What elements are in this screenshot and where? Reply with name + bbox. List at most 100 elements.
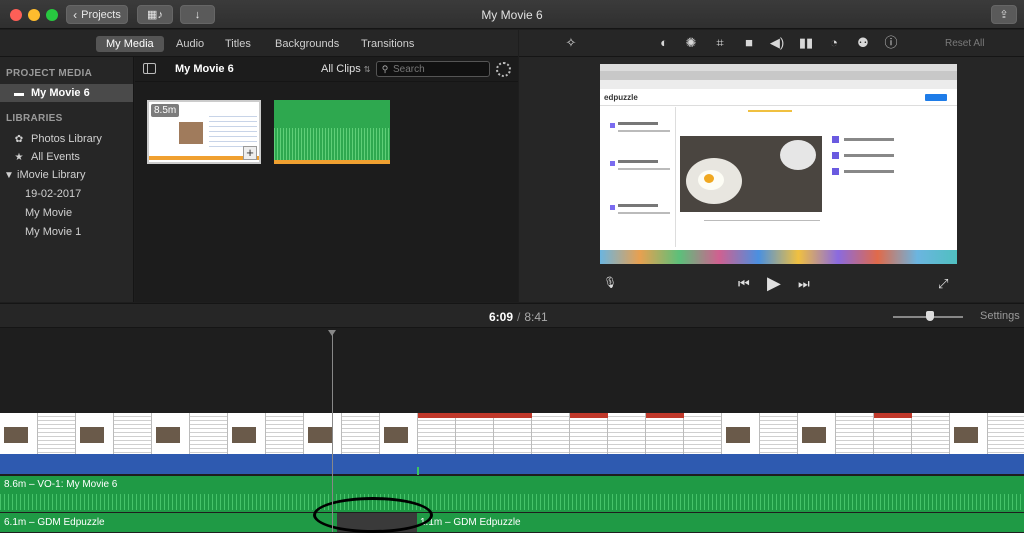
audio-clip-label: 1.1m – GDM Edpuzzle	[420, 517, 521, 528]
disclosure-triangle-icon[interactable]: ▼	[4, 169, 14, 181]
sidebar-item-my-movie[interactable]: My Movie	[0, 204, 133, 222]
film-icon: ▬	[14, 87, 24, 99]
total-time: 8:41	[524, 310, 548, 324]
speed-icon[interactable]: ◔	[826, 35, 842, 51]
preview-question	[610, 203, 670, 225]
preview-question	[610, 159, 670, 181]
add-clip-icon[interactable]: +	[243, 146, 257, 160]
filmstrip-frame	[722, 413, 760, 454]
reset-all-button[interactable]: Reset All	[945, 38, 984, 49]
preview-header: edpuzzle	[600, 89, 957, 106]
filmstrip-frame	[950, 413, 988, 454]
magic-wand-icon[interactable]: ✧	[563, 35, 579, 51]
sidebar-toggle-icon[interactable]	[143, 63, 156, 74]
color-palette-icon[interactable]: ✺	[683, 35, 699, 51]
play-icon[interactable]: ▶	[767, 273, 781, 294]
color-balance-icon[interactable]: ◐	[656, 35, 672, 51]
clip-marker	[417, 467, 419, 475]
current-time: 6:09	[489, 310, 514, 324]
preview-dock	[600, 250, 957, 264]
playhead[interactable]	[332, 332, 333, 532]
preview-urlbar	[600, 80, 957, 89]
sidebar-item-photos-library[interactable]: ✿ Photos Library	[0, 130, 133, 148]
filmstrip-frame	[418, 413, 456, 454]
filmstrip-frame	[380, 413, 418, 454]
filmstrip-frame	[152, 413, 190, 454]
video-preview[interactable]: edpuzzle	[600, 64, 957, 264]
equalizer-icon[interactable]: ▮▮	[798, 35, 814, 51]
photos-icon: ✿	[14, 133, 24, 145]
sidebar-item-all-events[interactable]: ★ All Events	[0, 148, 133, 166]
skip-forward-icon[interactable]: ⏭	[798, 276, 810, 292]
edpuzzle-audio-track[interactable]: 6.1m – GDM Edpuzzle 1.1m – GDM Edpuzzle	[0, 513, 1024, 532]
preview-option	[832, 152, 912, 162]
preview-option	[832, 136, 912, 146]
filmstrip-frame	[684, 413, 722, 454]
filmstrip-frame	[532, 413, 570, 454]
filmstrip-frame	[0, 413, 38, 454]
filmstrip-frame	[988, 413, 1024, 454]
audio-clip-label: 6.1m – GDM Edpuzzle	[4, 517, 105, 528]
video-filmstrip[interactable]	[0, 413, 1024, 454]
filmstrip-frame	[304, 413, 342, 454]
share-button[interactable]: ⇪	[991, 5, 1017, 24]
audio-waveform	[0, 494, 1024, 510]
sidebar-item-project[interactable]: ▬ My Movie 6	[0, 84, 133, 102]
settings-button[interactable]: Settings	[980, 310, 1020, 322]
preview-options	[832, 136, 942, 226]
filter-icon[interactable]: ⚉	[855, 35, 871, 51]
zoom-slider-knob[interactable]	[926, 311, 934, 321]
sidebar-item-imovie-library[interactable]: ▼ iMovie Library	[0, 166, 133, 184]
video-clip-track[interactable]	[0, 454, 1024, 474]
browser-tab-bar: My Media Audio Titles Backgrounds Transi…	[0, 30, 518, 57]
star-icon: ★	[14, 151, 24, 163]
media-clip-screen-recording[interactable]: 8.5m +	[147, 100, 261, 164]
preview-menubar	[600, 64, 957, 71]
filmstrip-frame	[760, 413, 798, 454]
clip-filter-select[interactable]: All Clips ⇅	[321, 63, 370, 75]
microphone-icon[interactable]: 🎙	[603, 276, 617, 292]
search-icon: ⚲	[381, 63, 389, 74]
filmstrip-frame	[456, 413, 494, 454]
window-title: My Movie 6	[481, 8, 543, 22]
tab-transitions[interactable]: Transitions	[351, 36, 424, 52]
clip-thumbnail-text	[209, 112, 257, 148]
filmstrip-frame	[266, 413, 304, 454]
gear-icon[interactable]	[496, 62, 511, 77]
tab-titles[interactable]: Titles	[215, 36, 261, 52]
filmstrip-frame	[114, 413, 152, 454]
skip-back-icon[interactable]: ⏮	[738, 276, 750, 292]
preview-question-list	[600, 107, 676, 247]
voiceover-audio-track[interactable]: 8.6m – VO-1: My Movie 6	[0, 476, 1024, 512]
sidebar-item-event-19-02-2017[interactable]: 19-02-2017	[0, 185, 133, 203]
fullscreen-icon[interactable]: ⤢	[938, 276, 948, 292]
sidebar-item-my-movie-1[interactable]: My Movie 1	[0, 223, 133, 241]
filmstrip-frame	[608, 413, 646, 454]
project-media-heading: PROJECT MEDIA	[6, 68, 93, 79]
filmstrip-frame	[836, 413, 874, 454]
tab-audio[interactable]: Audio	[166, 36, 214, 52]
info-icon[interactable]: ⓘ	[883, 35, 899, 51]
clip-thumbnail-photo	[179, 122, 203, 144]
clip-duration-badge: 8.5m	[151, 104, 180, 117]
search-input[interactable]	[393, 63, 483, 75]
libraries-heading: LIBRARIES	[6, 113, 63, 124]
volume-icon[interactable]: ◀)	[769, 35, 785, 51]
voiceover-track-label: 8.6m – VO-1: My Movie 6	[4, 479, 118, 490]
stabilization-camera-icon[interactable]: ■	[741, 35, 757, 51]
search-field[interactable]: ⚲	[376, 61, 490, 77]
preview-option	[832, 168, 912, 178]
browser-header: My Movie 6 All Clips ⇅ ⚲	[135, 57, 518, 82]
audio-waveform	[274, 128, 390, 164]
clip-used-indicator	[274, 160, 390, 164]
preview-question	[610, 121, 670, 143]
media-clip-audio[interactable]	[274, 100, 390, 164]
preview-button	[925, 94, 947, 101]
filmstrip-frame	[76, 413, 114, 454]
share-icon: ⇪	[999, 9, 1009, 21]
filmstrip-frame	[798, 413, 836, 454]
tab-my-media[interactable]: My Media	[96, 36, 164, 52]
tab-backgrounds[interactable]: Backgrounds	[265, 36, 349, 52]
filmstrip-frame	[38, 413, 76, 454]
crop-icon[interactable]: ⌗	[712, 35, 728, 51]
